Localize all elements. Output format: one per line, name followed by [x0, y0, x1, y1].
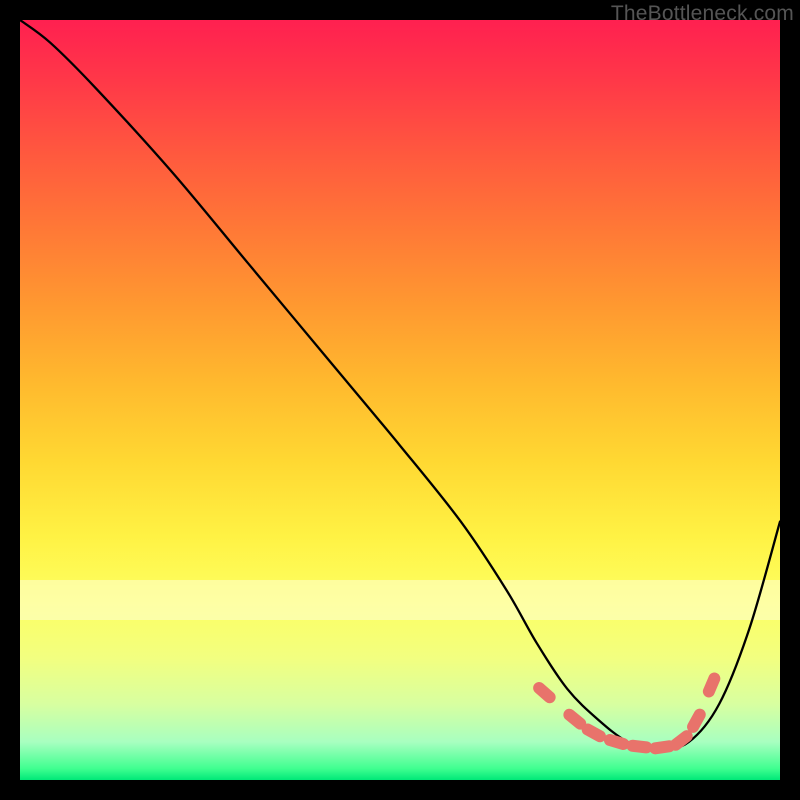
plot-gradient-background	[20, 20, 780, 780]
watermark-text: TheBottleneck.com	[611, 2, 794, 26]
chart-container: TheBottleneck.com	[0, 0, 800, 800]
